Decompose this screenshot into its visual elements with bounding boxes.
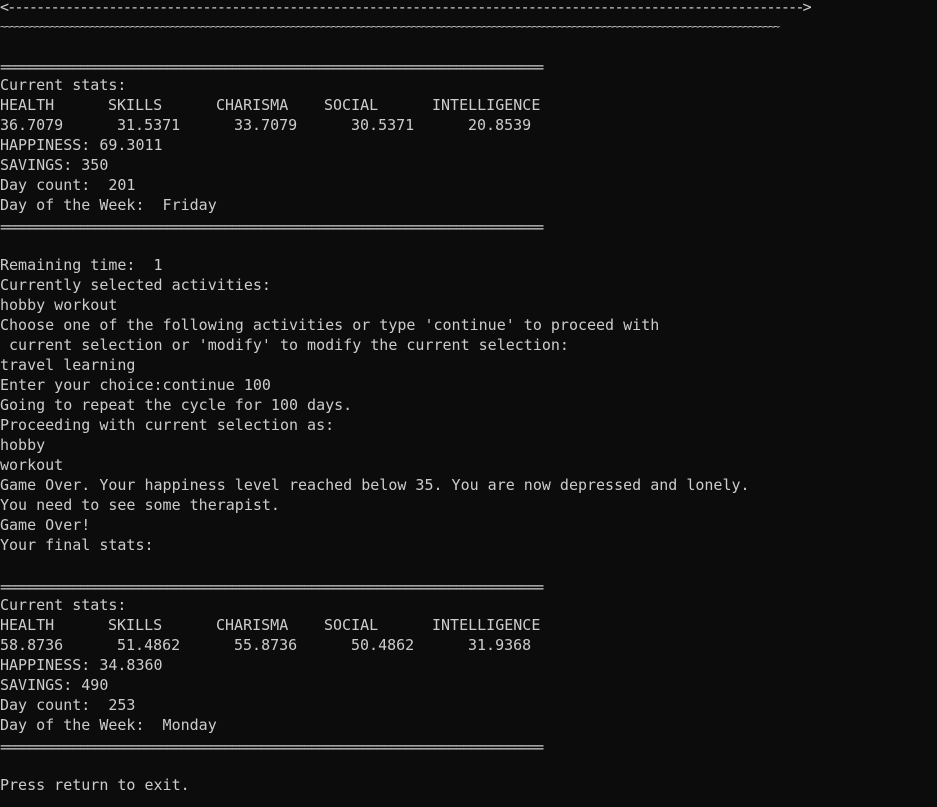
activity-options-line: travel learning	[0, 356, 136, 374]
selected-activities-list: hobby workout	[0, 296, 118, 314]
therapist-message: You need to see some therapist.	[0, 496, 280, 514]
stats-header-row: HEALTH SKILLS CHARISMA SOCIAL INTELLIGEN…	[0, 615, 937, 635]
game-over-message: Game Over. Your happiness level reached …	[0, 476, 750, 494]
arrow-banner: <---------------------------------------…	[0, 0, 812, 16]
exit-prompt: Press return to exit.	[0, 776, 190, 794]
stat-value-skills: 31.5371	[117, 116, 181, 134]
stat-value-charisma: 33.7079	[234, 116, 298, 134]
day-count-line: Day count: 253	[0, 696, 136, 714]
stats-header-row: HEALTH SKILLS CHARISMA SOCIAL INTELLIGEN…	[0, 95, 937, 115]
stat-header-skills: SKILLS	[108, 96, 163, 114]
savings-line: SAVINGS: 490	[0, 676, 109, 694]
day-count-line: Day count: 201	[0, 176, 136, 194]
stats-title: Current stats:	[0, 76, 127, 94]
selected-activities-title: Currently selected activities:	[0, 276, 271, 294]
separator-line: ========================================…	[0, 218, 544, 236]
happiness-line: HAPPINESS: 34.8360	[0, 656, 163, 674]
stat-value-intelligence: 20.8539	[468, 116, 532, 134]
repeat-cycle-line: Going to repeat the cycle for 100 days.	[0, 396, 353, 414]
wave-banner: ~~~~~~~~~~~~~~~~~~~~~~~~~~~~~~~~~~~~~~~~…	[0, 20, 780, 33]
happiness-line: HAPPINESS: 69.3011	[0, 136, 163, 154]
final-stats-title: Your final stats:	[0, 536, 154, 554]
terminal-window[interactable]: <---------------------------------------…	[0, 0, 937, 807]
stat-header-charisma: CHARISMA	[216, 96, 289, 114]
choice-prompt-line-2: current selection or 'modify' to modify …	[0, 336, 569, 354]
game-over-line: Game Over!	[0, 516, 91, 534]
stat-value-social: 50.4862	[351, 636, 415, 654]
separator-line: ========================================…	[0, 58, 544, 76]
stat-value-charisma: 55.8736	[234, 636, 298, 654]
stat-header-health: HEALTH	[0, 616, 55, 634]
day-of-week-line: Day of the Week: Monday	[0, 716, 217, 734]
separator-line: ========================================…	[0, 738, 544, 756]
separator-line: ========================================…	[0, 578, 544, 596]
stat-value-social: 30.5371	[351, 116, 415, 134]
activity-item-workout: workout	[0, 456, 64, 474]
stat-value-health: 58.8736	[0, 636, 64, 654]
stat-value-health: 36.7079	[0, 116, 64, 134]
stat-header-intelligence: INTELLIGENCE	[432, 96, 541, 114]
stat-header-social: SOCIAL	[324, 96, 379, 114]
stat-value-intelligence: 31.9368	[468, 636, 532, 654]
stat-value-skills: 51.4862	[117, 636, 181, 654]
proceeding-line: Proceeding with current selection as:	[0, 416, 335, 434]
stats-value-row: 58.8736 51.4862 55.8736 50.4862 31.9368	[0, 635, 937, 655]
stat-header-intelligence: INTELLIGENCE	[432, 616, 541, 634]
activity-item-hobby: hobby	[0, 436, 46, 454]
remaining-time-line: Remaining time: 1	[0, 256, 163, 274]
stats-title: Current stats:	[0, 596, 127, 614]
stats-value-row: 36.7079 31.5371 33.7079 30.5371 20.8539	[0, 115, 937, 135]
savings-line: SAVINGS: 350	[0, 156, 109, 174]
stat-header-health: HEALTH	[0, 96, 55, 114]
stat-header-charisma: CHARISMA	[216, 616, 289, 634]
stat-header-social: SOCIAL	[324, 616, 379, 634]
day-of-week-line: Day of the Week: Friday	[0, 196, 217, 214]
choice-entry-line: Enter your choice:continue 100	[0, 376, 271, 394]
stat-header-skills: SKILLS	[108, 616, 163, 634]
choice-prompt-line-1: Choose one of the following activities o…	[0, 316, 660, 334]
